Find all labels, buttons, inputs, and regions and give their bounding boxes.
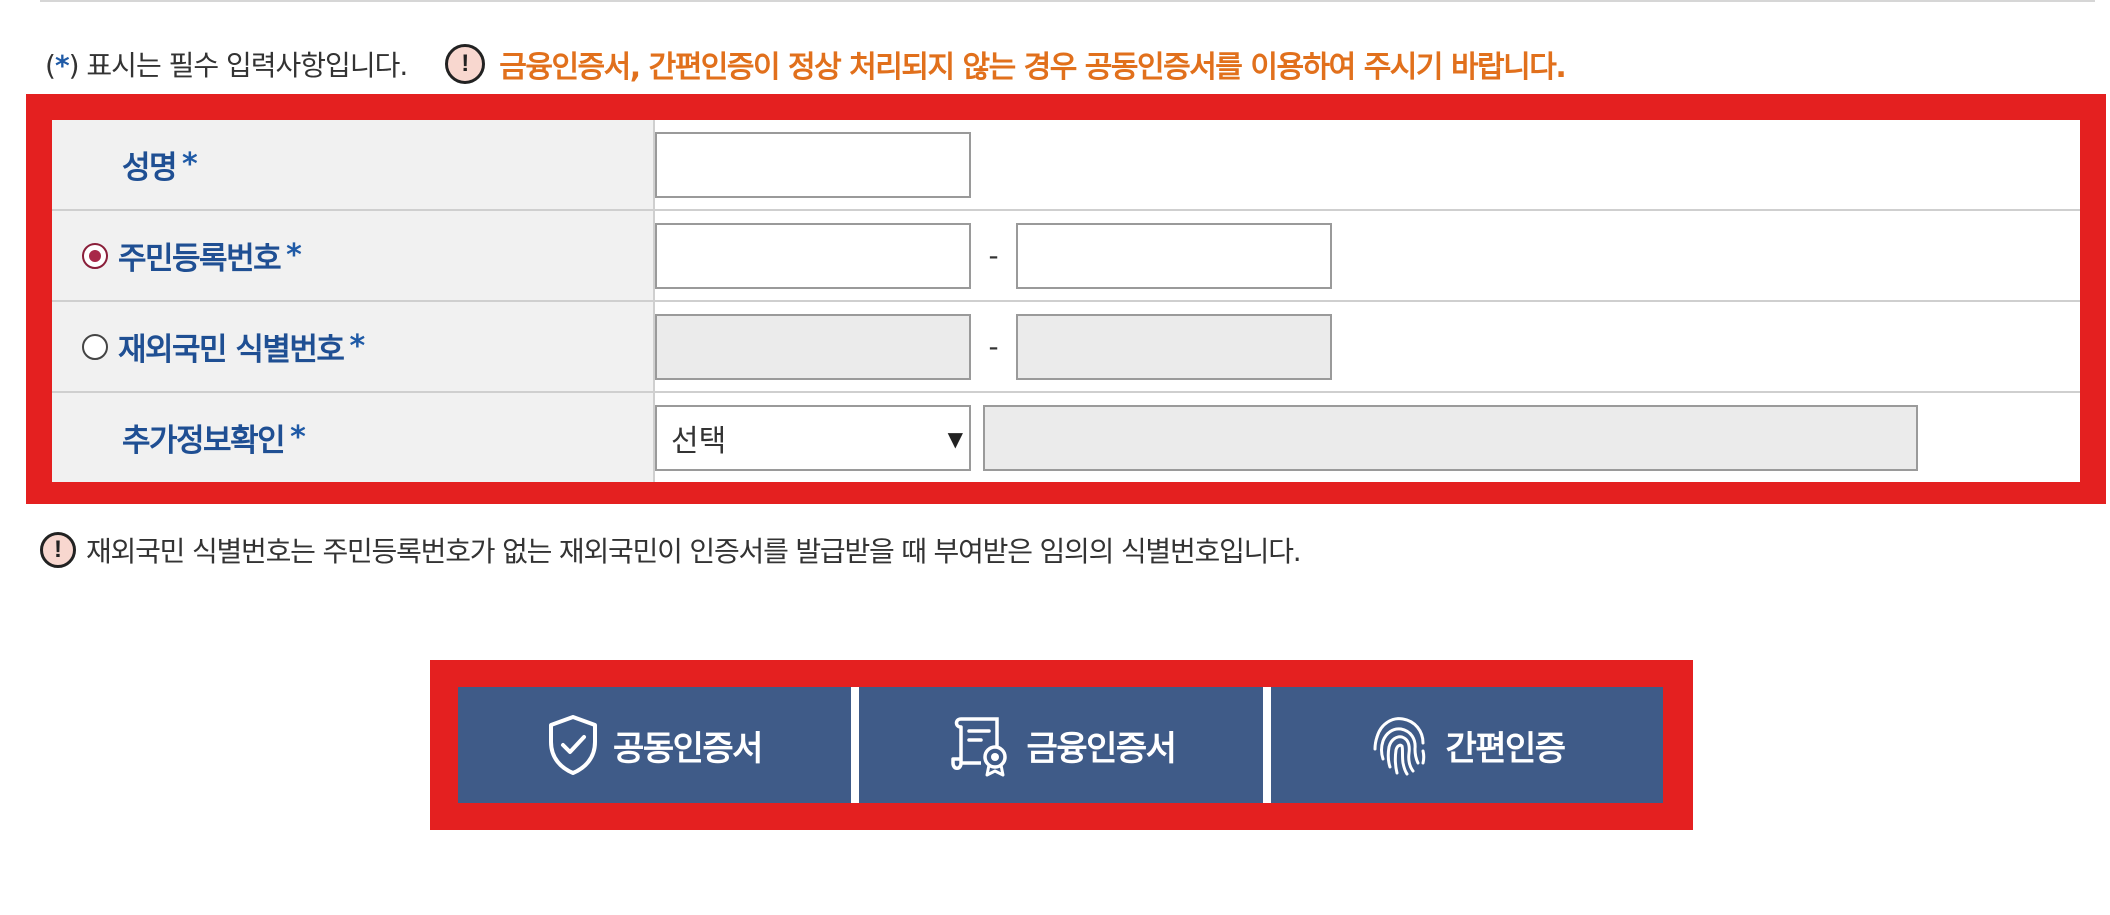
extra-info-row: 추가정보확인 * 선택 ▼ [52,392,2080,482]
required-note: (*) 표시는 필수 입력사항입니다. [45,44,409,84]
notice-row: (*) 표시는 필수 입력사항입니다. ! 금융인증서, 간편인증이 정상 처리… [45,40,1567,88]
extra-info-input[interactable] [983,404,1918,471]
required-star: * [349,329,365,364]
overseas-label: 재외국민 식별번호 [118,332,345,368]
button-divider [1263,687,1271,803]
financial-cert-label: 금융인증서 [1026,728,1177,769]
joint-cert-button[interactable]: 공동인증서 [458,687,851,803]
extra-field-cell: 선택 ▼ [654,392,2080,482]
overseas-field-cell: - [654,301,2080,393]
required-star: * [286,238,302,273]
required-note-open: ( [45,49,56,82]
overseas-row: 재외국민 식별번호 * - [52,301,2080,393]
required-star: * [182,147,198,182]
top-divider [40,0,2095,2]
dash-separator: - [988,330,999,363]
resident-label-cell: 주민등록번호 * [52,210,655,302]
identity-form: 성명 * 주민등록번호 * - 재외국민 식별번호 * - 추가정보확인 * 선… [52,120,2080,482]
name-label: 성명 [122,150,178,186]
resident-row: 주민등록번호 * - [52,210,2080,302]
name-field-cell [654,120,2080,211]
info-row: ! 재외국민 식별번호는 주민등록번호가 없는 재외국민이 인증서를 발급받을 … [40,528,1302,572]
dash-separator: - [988,239,999,272]
cert-warning-text: 금융인증서, 간편인증이 정상 처리되지 않는 경우 공동인증서를 이용하여 주… [499,50,1567,85]
login-auth-page: (*) 표시는 필수 입력사항입니다. ! 금융인증서, 간편인증이 정상 처리… [0,0,2110,915]
warning-icon: ! [445,44,486,84]
extra-label-cell: 추가정보확인 * [52,392,655,482]
simple-auth-label: 간편인증 [1445,728,1566,769]
resident-field-cell: - [654,210,2080,302]
extra-select-value: 선택 [671,423,727,459]
extra-info-select[interactable]: 선택 ▼ [655,404,971,471]
overseas-info-text: 재외국민 식별번호는 주민등록번호가 없는 재외국민이 인증서를 발급받을 때 … [86,535,1302,568]
joint-cert-label: 공동인증서 [613,728,763,769]
name-label-cell: 성명 * [52,120,655,211]
name-input[interactable] [655,131,971,198]
overseas-radio[interactable] [82,333,108,360]
required-star: * [54,49,70,82]
certificate-icon [947,713,1013,777]
shield-check-icon [547,714,599,776]
required-note-text: ) 표시는 필수 입력사항입니다. [68,49,409,82]
chevron-down-icon: ▼ [947,426,963,451]
financial-cert-button[interactable]: 금융인증서 [859,687,1263,803]
warning-icon: ! [40,532,76,568]
resident-radio[interactable] [82,242,108,269]
extra-info-label: 추가정보확인 [122,423,286,459]
overseas-front-input[interactable] [655,313,971,380]
auth-buttons-frame: 공동인증서 금융인증서 간편인증 [430,660,1693,830]
button-divider [851,687,859,803]
overseas-back-input[interactable] [1016,313,1332,380]
simple-auth-button[interactable]: 간편인증 [1271,687,1663,803]
name-row: 성명 * [52,120,2080,211]
resident-back-input[interactable] [1016,222,1332,289]
fingerprint-icon [1369,713,1431,777]
required-star: * [290,420,306,455]
overseas-label-cell: 재외국민 식별번호 * [52,301,655,393]
resident-front-input[interactable] [655,222,971,289]
resident-label: 주민등록번호 [118,241,282,277]
identity-form-frame: 성명 * 주민등록번호 * - 재외국민 식별번호 * - 추가정보확인 * 선… [26,94,2106,504]
